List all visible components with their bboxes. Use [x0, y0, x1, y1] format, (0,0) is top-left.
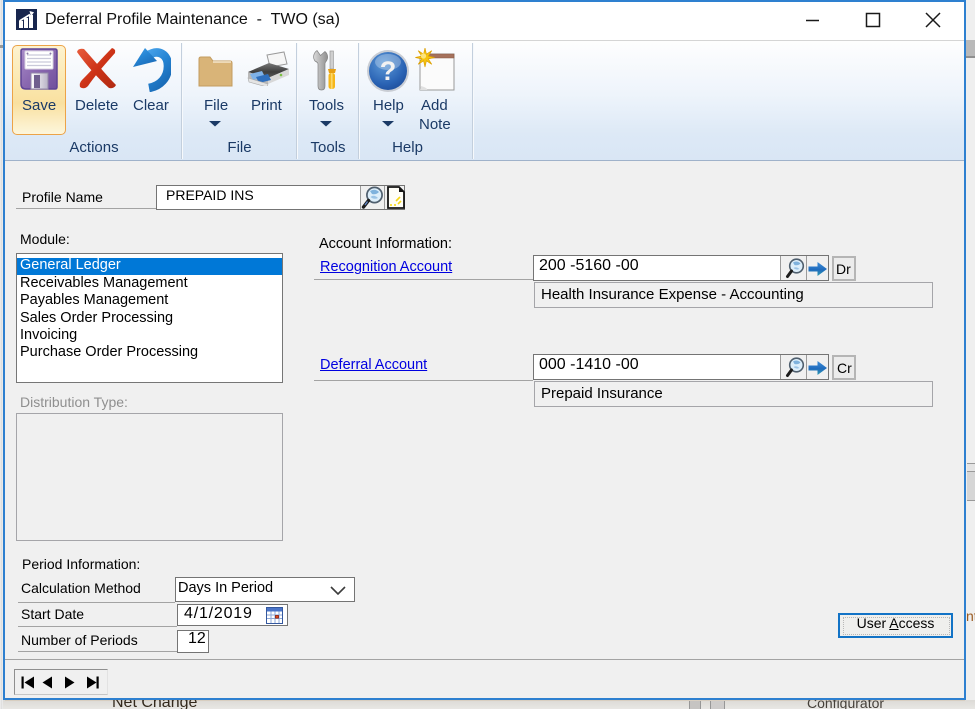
svg-text:?: ? — [380, 56, 397, 86]
